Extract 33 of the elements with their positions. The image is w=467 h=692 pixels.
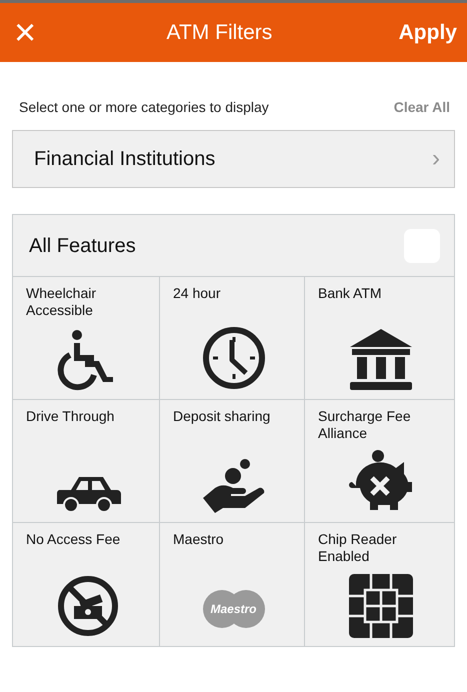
all-features-label: All Features xyxy=(29,234,136,258)
chevron-icon: › xyxy=(432,141,440,177)
row-label: Financial Institutions xyxy=(34,147,216,172)
tile-label: 24 hour xyxy=(173,285,222,302)
institutions-row[interactable]: Financial Institutions › xyxy=(12,130,455,188)
feature-tile[interactable]: Surcharge Fee Alliance xyxy=(305,400,454,523)
apply-button[interactable]: Apply xyxy=(398,16,457,48)
feature-tile[interactable]: Drive Through xyxy=(13,400,160,523)
feature-tile[interactable]: No Access Fee xyxy=(13,523,160,646)
tile-label: Wheelchair Accessible xyxy=(26,285,98,319)
close-button[interactable]: × xyxy=(10,14,40,52)
instruction-text: Select one or more categories to display xyxy=(19,98,269,117)
feature-tile[interactable]: Wheelchair Accessible xyxy=(13,277,160,400)
tile-label: Bank ATM xyxy=(318,285,383,302)
tile-label: Surcharge Fee Alliance xyxy=(318,408,412,442)
no-cash-icon xyxy=(56,574,120,638)
feature-tile[interactable]: Chip Reader Enabled xyxy=(305,523,454,646)
tile-label: Drive Through xyxy=(26,408,116,425)
feature-tile[interactable]: Maestro Maestro xyxy=(160,523,305,646)
hand-coins-icon xyxy=(200,458,266,514)
tile-label: Deposit sharing xyxy=(173,408,272,425)
clock-icon xyxy=(200,325,266,391)
chip-icon xyxy=(349,574,413,638)
car-icon xyxy=(54,474,120,514)
bank-icon xyxy=(348,327,414,391)
screen-title: ATM Filters xyxy=(166,20,272,46)
tile-label: Chip Reader Enabled xyxy=(318,531,398,565)
feature-tile[interactable]: Bank ATM xyxy=(305,277,454,400)
feature-tile[interactable]: 24 hour xyxy=(160,277,305,400)
tile-label: Maestro xyxy=(173,531,225,548)
maestro-logo: Maestro xyxy=(202,590,266,628)
tile-label: No Access Fee xyxy=(26,531,122,548)
feature-tile[interactable]: Deposit sharing xyxy=(160,400,305,523)
